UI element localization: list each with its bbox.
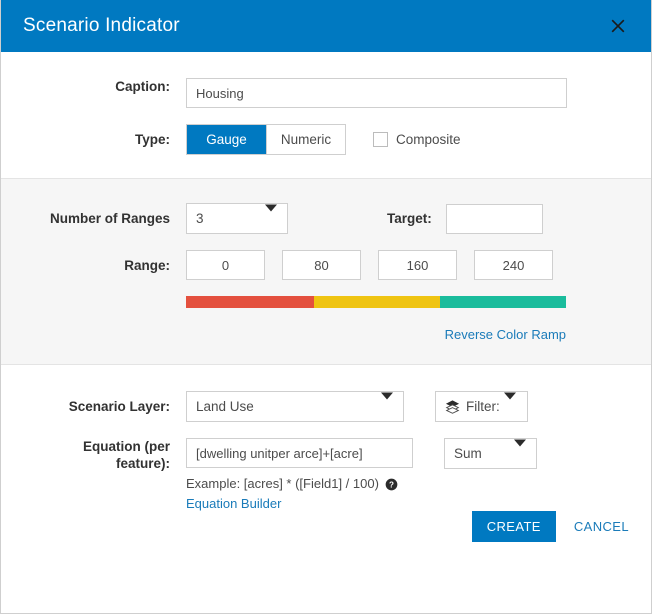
filter-label: Filter:	[466, 399, 500, 414]
range-input-0[interactable]	[186, 250, 265, 280]
help-icon[interactable]: ?	[385, 478, 398, 491]
dialog-header: Scenario Indicator	[1, 0, 651, 52]
number-of-ranges-value: 3	[196, 211, 204, 226]
color-ramp-segment-mid	[314, 296, 440, 308]
chevron-down-icon	[514, 446, 526, 461]
equation-label-line1: Equation (per	[1, 438, 170, 455]
composite-checkbox[interactable]: Composite	[373, 124, 461, 155]
type-row: Type: Gauge Numeric Composite	[1, 124, 651, 155]
range-label: Range:	[1, 250, 186, 281]
ranges-section: Number of Ranges 3 Target: Range:	[1, 178, 651, 365]
filter-button[interactable]: Filter:	[435, 391, 528, 422]
aggregation-select[interactable]: Sum	[444, 438, 537, 469]
layers-icon	[445, 399, 460, 414]
composite-checkbox-box[interactable]	[373, 132, 388, 147]
type-toggle-group: Gauge Numeric	[186, 124, 346, 155]
range-input-1[interactable]	[282, 250, 361, 280]
scenario-layer-label: Scenario Layer:	[1, 391, 186, 422]
equation-builder-link[interactable]: Equation Builder	[186, 496, 281, 511]
equation-input[interactable]	[186, 438, 413, 468]
scenario-indicator-dialog: Scenario Indicator Caption: Type: Gauge …	[0, 0, 652, 614]
equation-label-line2: feature):	[1, 455, 170, 472]
color-ramp[interactable]	[186, 296, 566, 308]
equation-hint: Example: [acres] * ([Field1] / 100) ?	[186, 476, 398, 492]
chevron-down-icon	[265, 211, 277, 226]
number-of-ranges-label: Number of Ranges	[1, 203, 186, 234]
target-input[interactable]	[446, 204, 543, 234]
range-values-row: Range:	[1, 250, 651, 281]
color-ramp-row: Reverse Color Ramp	[1, 296, 651, 342]
caption-input[interactable]	[186, 78, 567, 108]
type-label: Type:	[1, 124, 186, 155]
chevron-down-icon	[504, 399, 516, 414]
dialog-footer: CREATE CANCEL	[1, 511, 651, 564]
number-of-ranges-select[interactable]: 3	[186, 203, 288, 234]
basic-settings-section: Caption: Type: Gauge Numeric Composite	[1, 52, 651, 178]
target-label: Target:	[387, 203, 432, 234]
page-title: Scenario Indicator	[23, 15, 180, 37]
type-option-numeric[interactable]: Numeric	[266, 125, 345, 154]
equation-hint-text: Example: [acres] * ([Field1] / 100)	[186, 476, 379, 492]
scenario-layer-select[interactable]: Land Use	[186, 391, 404, 422]
composite-label: Composite	[396, 132, 461, 147]
caption-row: Caption:	[1, 78, 651, 108]
close-icon[interactable]	[605, 13, 631, 39]
scenario-layer-row: Scenario Layer: Land Use Filter:	[1, 391, 651, 422]
equation-label: Equation (per feature):	[1, 438, 186, 472]
aggregation-value: Sum	[454, 446, 482, 461]
range-input-3[interactable]	[474, 250, 553, 280]
scenario-layer-value: Land Use	[196, 399, 254, 414]
range-input-2[interactable]	[378, 250, 457, 280]
caption-label: Caption:	[1, 78, 186, 95]
reverse-color-ramp-link[interactable]: Reverse Color Ramp	[186, 327, 566, 342]
equation-row: Equation (per feature): Sum Example: [ac…	[1, 438, 651, 511]
color-ramp-segment-high	[440, 296, 566, 308]
type-option-gauge[interactable]: Gauge	[187, 125, 266, 154]
color-ramp-segment-low	[186, 296, 314, 308]
create-button[interactable]: CREATE	[472, 511, 556, 542]
svg-text:?: ?	[389, 480, 394, 489]
number-of-ranges-row: Number of Ranges 3 Target:	[1, 203, 651, 234]
chevron-down-icon	[381, 399, 393, 414]
cancel-button[interactable]: CANCEL	[574, 519, 629, 534]
layer-equation-section: Scenario Layer: Land Use Filter:	[1, 365, 651, 564]
